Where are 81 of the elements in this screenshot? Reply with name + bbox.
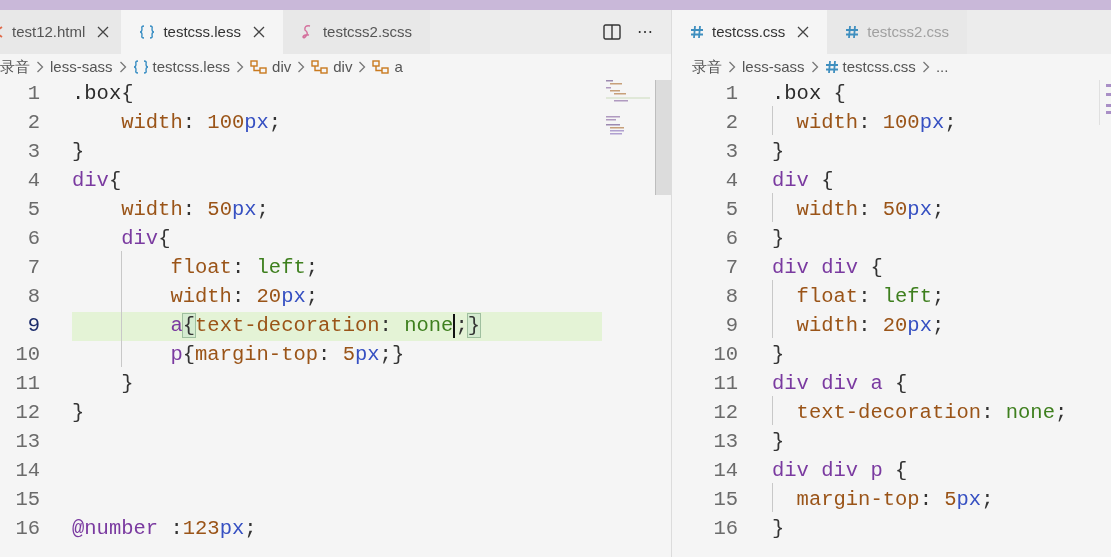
breadcrumb-item[interactable]: testcss.less <box>152 55 231 79</box>
line-number: 5 <box>26 197 40 224</box>
code-line: .box{ <box>72 82 134 106</box>
tab-label: test12.html <box>12 21 86 42</box>
breadcrumb-item[interactable]: less-sass <box>742 55 805 79</box>
breadcrumb-item[interactable]: ... <box>935 55 949 79</box>
tab-label: testcss2.scss <box>322 21 413 42</box>
line-number: 1 <box>724 81 738 108</box>
line-number: 10 <box>712 342 738 369</box>
line-number: 8 <box>26 284 40 311</box>
code-line: a{text-decoration: none;} <box>169 314 480 338</box>
code-line: } <box>772 430 785 454</box>
code-line: p{margin-top: 5px;} <box>169 343 405 367</box>
breadcrumb-item[interactable]: less-sass <box>50 55 113 79</box>
more-actions-button[interactable]: ⋯ <box>637 24 653 40</box>
editor-tab[interactable]: testcss.less <box>121 10 283 54</box>
breadcrumb-item[interactable]: a <box>394 55 403 79</box>
line-number: 16 <box>14 516 40 543</box>
code-line: } <box>772 227 785 251</box>
line-number: 12 <box>712 400 738 427</box>
code-line: div { <box>772 169 834 193</box>
code-line: div div a { <box>772 372 908 396</box>
line-number: 9 <box>724 313 738 340</box>
code-line: margin-top: 5px; <box>795 488 994 512</box>
code-line: } <box>772 140 785 164</box>
code-line: width: 100px; <box>120 111 282 135</box>
breadcrumb-item[interactable]: div <box>272 55 292 79</box>
line-number: 13 <box>712 429 738 456</box>
code-line: text-decoration: none; <box>795 401 1068 425</box>
line-number: 14 <box>712 458 738 485</box>
line-number: 5 <box>724 197 738 224</box>
line-number: 7 <box>26 255 40 282</box>
line-number: 11 <box>14 371 40 398</box>
line-number: 13 <box>14 429 40 456</box>
code-line: } <box>72 401 85 425</box>
line-number: 2 <box>26 110 40 137</box>
line-number: 12 <box>14 400 40 427</box>
code-line: div{ <box>120 227 171 251</box>
line-number: 2 <box>724 110 738 137</box>
code-line: } <box>772 517 785 541</box>
code-line: div div p { <box>772 459 908 483</box>
code-line: width: 20px; <box>169 285 319 309</box>
code-line: float: left; <box>169 256 319 280</box>
code-line: float: left; <box>795 285 945 309</box>
code-line: width: 100px; <box>795 111 957 135</box>
code-line: @number :123px; <box>72 517 257 541</box>
code-line: width: 50px; <box>120 198 269 222</box>
line-number: 4 <box>724 168 738 195</box>
line-number: 16 <box>712 516 738 543</box>
tab-label: testcss.css <box>712 21 786 42</box>
code-line: width: 20px; <box>795 314 945 338</box>
line-number: 1 <box>26 81 40 108</box>
code-line: div div { <box>772 256 883 280</box>
line-number: 11 <box>712 371 738 398</box>
line-number: 6 <box>26 226 40 253</box>
line-number: 14 <box>14 458 40 485</box>
line-number: 8 <box>724 284 738 311</box>
breadcrumb-item[interactable]: div <box>333 55 353 79</box>
line-number: 9 <box>26 313 40 340</box>
breadcrumb-item[interactable]: testcss.css <box>842 55 916 79</box>
code-line: } <box>72 140 85 164</box>
line-number: 3 <box>26 139 40 166</box>
breadcrumb-item[interactable]: 录音 <box>692 55 722 79</box>
breadcrumb-item[interactable]: 录音 <box>0 55 30 79</box>
editor-tab[interactable]: testcss2.scss <box>282 10 431 54</box>
line-number: 7 <box>724 255 738 282</box>
line-number: 3 <box>724 139 738 166</box>
code-line: } <box>772 343 785 367</box>
tab-label: testcss2.css <box>867 21 950 42</box>
tab-label: testcss.less <box>163 21 241 42</box>
line-number: 10 <box>14 342 40 369</box>
line-number: 15 <box>14 487 40 514</box>
line-number: 15 <box>712 487 738 514</box>
editor-tab[interactable]: testcss.css <box>672 10 828 54</box>
line-number: 4 <box>26 168 40 195</box>
code-line: div{ <box>72 169 122 193</box>
line-number: 6 <box>724 226 738 253</box>
code-line: .box { <box>772 82 846 106</box>
code-line: } <box>120 372 134 396</box>
code-line: width: 50px; <box>795 198 945 222</box>
editor-tab[interactable]: test12.html <box>0 10 122 54</box>
